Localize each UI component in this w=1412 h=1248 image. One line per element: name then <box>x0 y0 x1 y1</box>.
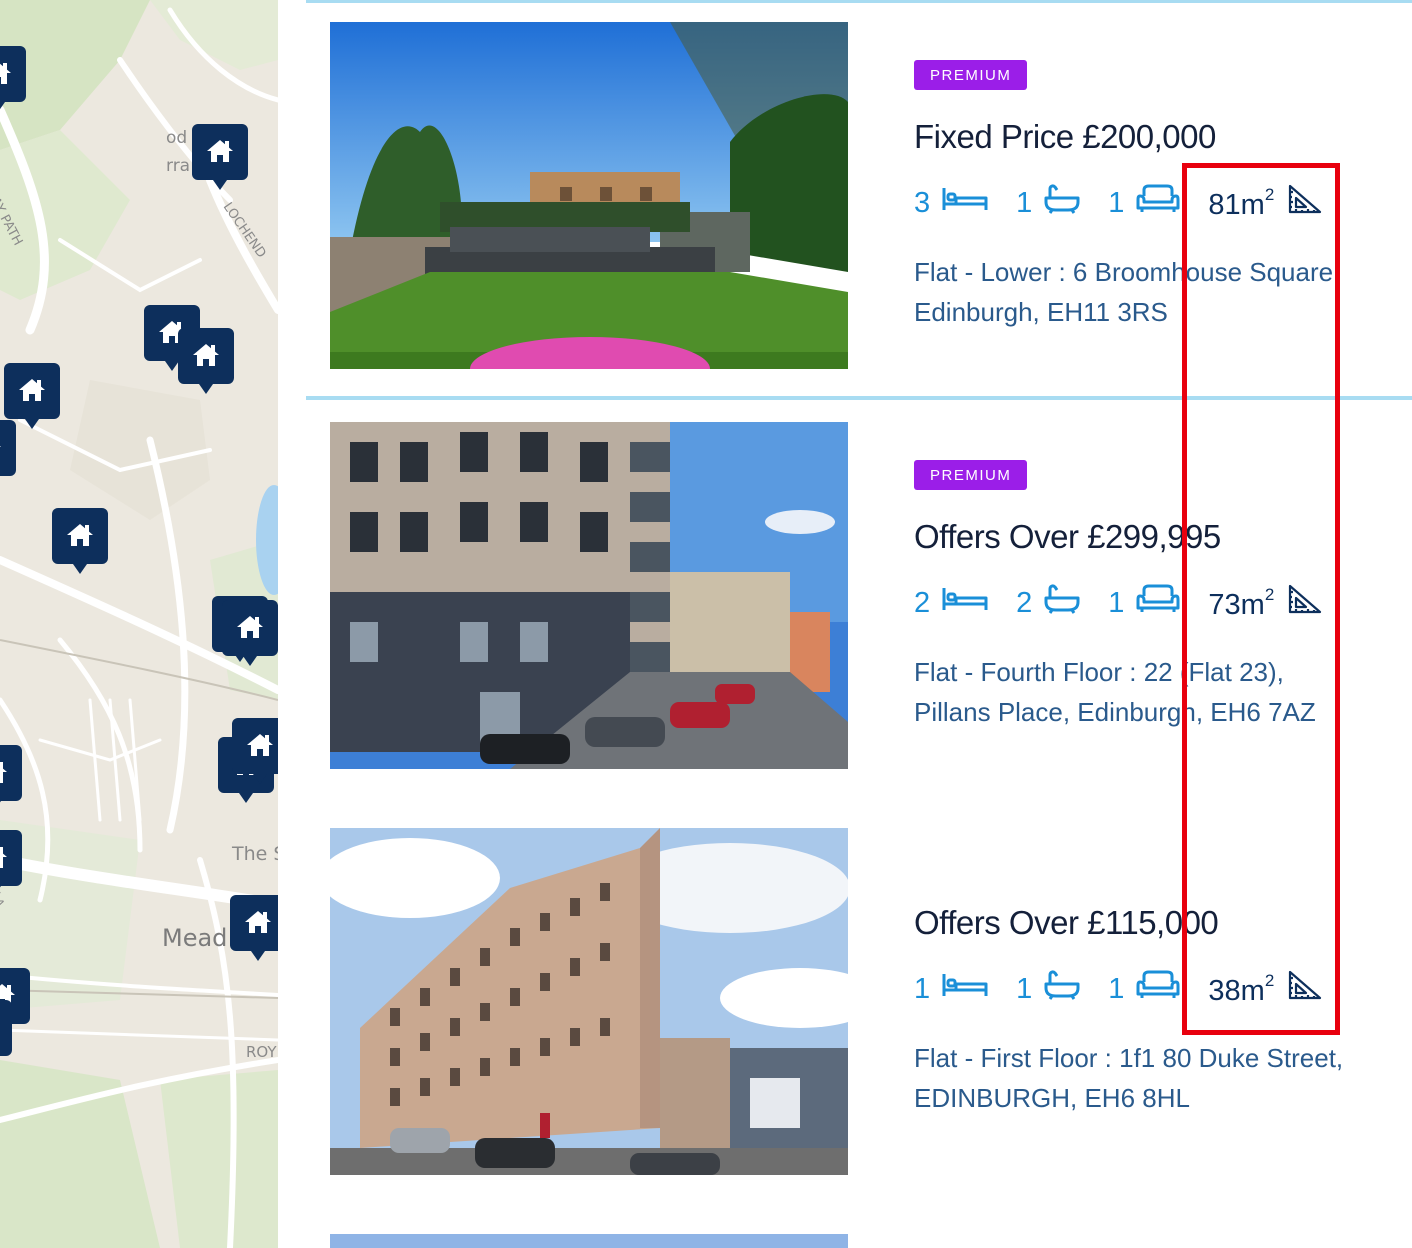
map-pin-house[interactable] <box>52 508 108 574</box>
map-pin-house[interactable] <box>230 895 278 961</box>
bath-icon <box>1044 184 1080 222</box>
baths-count: 2 <box>1016 586 1033 619</box>
premium-badge: PREMIUM <box>914 60 1028 90</box>
map-pin-house[interactable] <box>178 328 234 394</box>
receptions-count: 1 <box>1108 186 1125 219</box>
bed-icon <box>942 972 988 1006</box>
map-pin-house[interactable] <box>4 363 60 429</box>
map-panel[interactable]: RAILWAY PATH LOCHEND od rra The S Mead R… <box>0 0 278 1248</box>
house-icon <box>67 524 93 546</box>
listing-address[interactable]: Flat - Lower : 6 Broomhouse Square, Edin… <box>914 252 1344 332</box>
floor-area: 73m2 <box>1208 584 1275 621</box>
listing-price[interactable]: Fixed Price £200,000 <box>914 118 1216 156</box>
bed-icon <box>942 186 988 220</box>
map-pin-house[interactable] <box>0 830 22 896</box>
sofa-icon <box>1136 184 1180 222</box>
house-icon <box>237 616 263 638</box>
house-icon <box>207 140 233 162</box>
bath-icon <box>1044 970 1080 1008</box>
house-icon <box>193 344 219 366</box>
receptions-count: 1 <box>1108 972 1125 1005</box>
sofa-icon <box>1136 584 1180 622</box>
house-icon <box>0 847 7 868</box>
listing-price[interactable]: Offers Over £299,995 <box>914 518 1221 556</box>
sofa-icon <box>1136 970 1180 1008</box>
listing-address[interactable]: Flat - First Floor : 1f1 80 Duke Street,… <box>914 1038 1344 1118</box>
map-pin-house[interactable] <box>222 600 278 666</box>
map-pin-house[interactable] <box>0 1000 12 1056</box>
bed-icon <box>942 586 988 620</box>
listing-photo[interactable] <box>330 828 848 1175</box>
map-pin-house[interactable] <box>192 124 248 190</box>
beds-count: 2 <box>914 586 931 619</box>
set-square-icon <box>1288 584 1322 622</box>
listing-photo[interactable] <box>330 22 848 369</box>
listing-photo[interactable] <box>330 1234 848 1248</box>
house-icon <box>0 762 7 783</box>
listing-address[interactable]: Flat - Fourth Floor : 22 (Flat 23), Pill… <box>914 652 1344 732</box>
listing-separator <box>306 396 1412 400</box>
house-icon <box>245 911 271 933</box>
floor-area: 38m2 <box>1208 970 1275 1007</box>
listing-card[interactable]: PREMIUM Offers Over £299,995 2 2 1 73m2 … <box>306 422 1412 792</box>
receptions-count: 1 <box>1108 586 1125 619</box>
bath-icon <box>1044 584 1080 622</box>
listing-info: PREMIUM <box>914 460 1028 490</box>
listing-info: PREMIUM <box>914 60 1028 90</box>
beds-count: 1 <box>914 972 931 1005</box>
map-pin-house[interactable] <box>232 718 278 784</box>
baths-count: 1 <box>1016 186 1033 219</box>
floor-area: 81m2 <box>1208 184 1275 221</box>
house-icon <box>0 63 11 84</box>
map-pin-house[interactable] <box>0 745 22 811</box>
listing-photo[interactable] <box>330 422 848 769</box>
set-square-icon <box>1288 184 1322 222</box>
house-icon <box>0 446 1 447</box>
house-icon <box>19 379 45 401</box>
map-pin-house[interactable] <box>0 46 26 112</box>
listing-price[interactable]: Offers Over £115,000 <box>914 904 1219 942</box>
listing-stats: 2 2 1 73m2 <box>914 584 1322 622</box>
listing-card[interactable]: PREMIUM Fixed Price £200,000 3 1 1 81m2 … <box>306 22 1412 392</box>
listing-separator <box>306 0 1412 3</box>
listing-stats: 3 1 1 81m2 <box>914 184 1322 222</box>
listing-stats: 1 1 1 38m2 <box>914 970 1322 1008</box>
beds-count: 3 <box>914 186 931 219</box>
map-pin-house[interactable] <box>0 420 16 476</box>
listings-panel[interactable]: PREMIUM Fixed Price £200,000 3 1 1 81m2 … <box>278 0 1412 1248</box>
baths-count: 1 <box>1016 972 1033 1005</box>
house-icon <box>247 734 273 756</box>
listing-card[interactable]: Offers Over £115,000 1 1 1 38m2 Flat - F… <box>306 828 1412 1198</box>
premium-badge: PREMIUM <box>914 460 1028 490</box>
set-square-icon <box>1288 970 1322 1008</box>
